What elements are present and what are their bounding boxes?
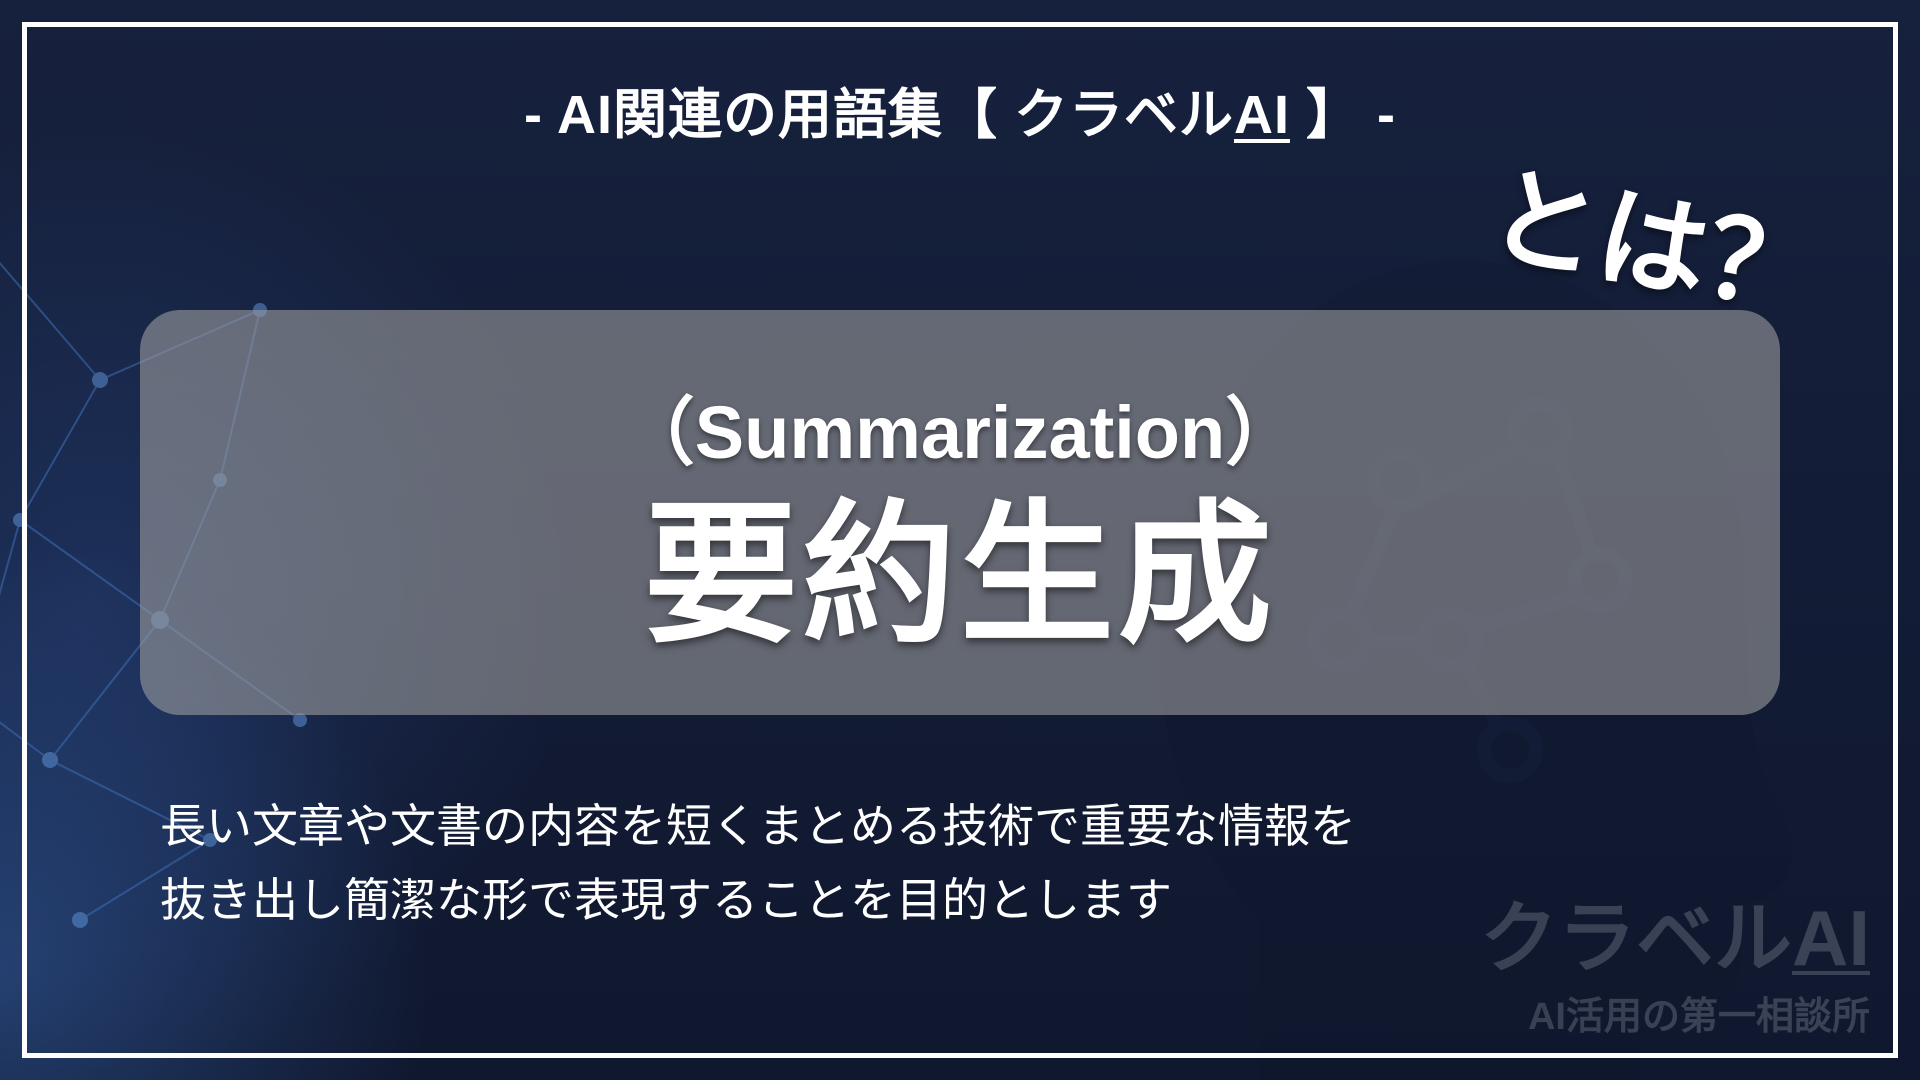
title-ai: AI bbox=[1234, 85, 1290, 145]
brand-name-ai: AI bbox=[1792, 894, 1870, 982]
term-main: 要約生成 bbox=[644, 498, 1276, 652]
brand-name-prefix: クラベル bbox=[1480, 894, 1792, 982]
term-card: （Summarization） 要約生成 bbox=[140, 310, 1780, 715]
page-title: - AI関連の用語集【 クラベルAI 】 - bbox=[0, 70, 1920, 149]
desc-line2: 抜き出し簡潔な形で表現することを目的とします bbox=[160, 874, 1172, 926]
title-suffix: 】 - bbox=[1290, 85, 1396, 145]
brand-tagline: AI活用の第一相談所 bbox=[1480, 985, 1870, 1040]
brand-watermark: クラベルAI AI活用の第一相談所 bbox=[1480, 899, 1870, 1040]
title-prefix: - AI関連の用語集【 クラベル bbox=[524, 85, 1234, 145]
desc-line1: 長い文章や文書の内容を短くまとめる技術で重要な情報を bbox=[160, 800, 1356, 852]
term-subtitle: （Summarization） bbox=[621, 373, 1299, 480]
